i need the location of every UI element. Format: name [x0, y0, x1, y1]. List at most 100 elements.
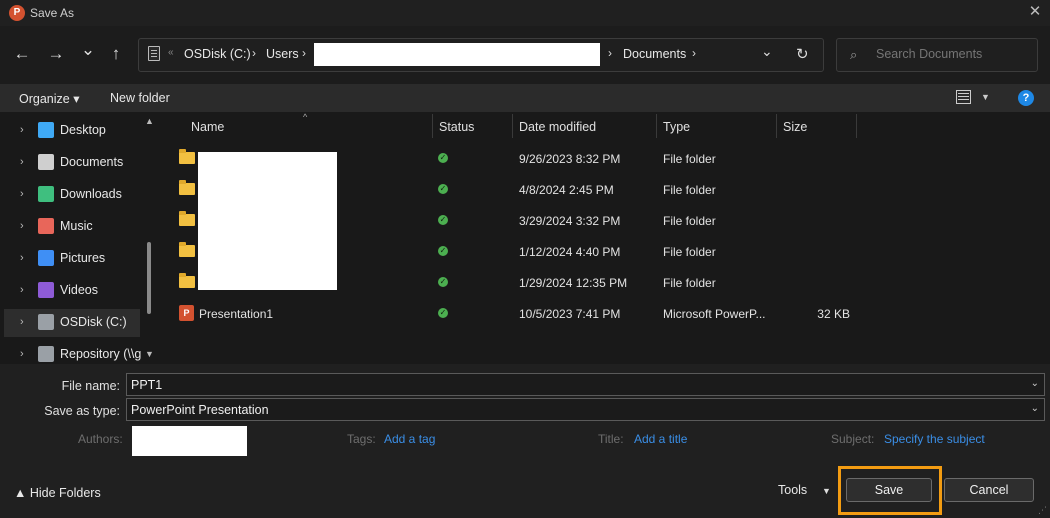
column-divider[interactable]	[432, 114, 433, 138]
scrollbar-thumb[interactable]	[147, 242, 151, 314]
breadcrumb-separator[interactable]: ›	[692, 46, 696, 60]
location-document-icon	[148, 46, 160, 61]
expand-chevron-icon[interactable]: ›	[20, 252, 24, 264]
up-arrow-icon[interactable]: ↑	[104, 42, 128, 66]
breadcrumb-osdisk[interactable]: OSDisk (C:)	[184, 47, 251, 61]
column-divider[interactable]	[776, 114, 777, 138]
subject-label: Subject:	[831, 432, 875, 446]
videos-icon	[38, 282, 54, 298]
add-title-link[interactable]: Add a title	[634, 432, 687, 446]
sidebar-item-label: Videos	[60, 283, 98, 297]
address-history-chevron-icon[interactable]: ⌄	[761, 43, 773, 60]
save-button-highlight	[838, 466, 942, 515]
pictures-icon	[38, 250, 54, 266]
search-input[interactable]	[876, 47, 1026, 61]
add-tag-link[interactable]: Add a tag	[384, 432, 435, 446]
file-type: File folder	[663, 245, 716, 259]
organize-menu-button[interactable]: Organize ▾	[19, 91, 79, 106]
expand-chevron-icon[interactable]: ›	[20, 220, 24, 232]
specify-subject-link[interactable]: Specify the subject	[884, 432, 985, 446]
window-title: Save As	[30, 6, 75, 20]
file-name: Presentation1	[199, 307, 274, 321]
folder-icon	[179, 180, 195, 195]
file-type: File folder	[663, 214, 716, 228]
recent-locations-chevron-icon[interactable]: ⌄	[76, 38, 100, 62]
file-name-combobox[interactable]: PPT1 ⌄	[126, 373, 1045, 396]
expand-chevron-icon[interactable]: ›	[20, 124, 24, 136]
save-as-type-dropdown-chevron-icon[interactable]: ⌄	[1031, 403, 1039, 414]
file-name-dropdown-chevron-icon[interactable]: ⌄	[1031, 378, 1039, 389]
column-header-date-modified[interactable]: Date modified	[519, 120, 596, 134]
sidebar-item-label: Desktop	[60, 123, 106, 137]
close-icon[interactable]: ✕	[1026, 3, 1044, 21]
file-name-label: File name:	[61, 379, 120, 393]
redacted-author-field[interactable]	[132, 426, 247, 456]
breadcrumb-separator[interactable]: ›	[608, 46, 612, 60]
forward-arrow-icon[interactable]: →	[44, 42, 68, 66]
save-as-type-value: PowerPoint Presentation	[131, 403, 269, 417]
file-type: File folder	[663, 183, 716, 197]
title-bar	[0, 0, 1050, 26]
tools-menu-button[interactable]: Tools	[778, 483, 807, 497]
sidebar-item[interactable]: › Downloads	[4, 181, 140, 209]
sidebar-item[interactable]: › Desktop	[4, 117, 140, 145]
column-header-size[interactable]: Size	[783, 120, 807, 134]
refresh-icon[interactable]: ↻	[796, 45, 809, 63]
desktop-icon	[38, 122, 54, 138]
folder-icon	[179, 149, 195, 164]
downloads-icon	[38, 186, 54, 202]
address-expand-icon[interactable]: «	[168, 47, 174, 58]
sidebar-item-label: Repository (\\g	[60, 347, 142, 361]
folder-icon	[179, 273, 195, 288]
breadcrumb-separator[interactable]: ›	[302, 46, 306, 60]
scroll-down-arrow-icon[interactable]: ▼	[145, 349, 154, 359]
sidebar-item[interactable]: › Videos	[4, 277, 140, 305]
file-size: 32 KB	[817, 307, 850, 321]
scroll-up-arrow-icon[interactable]: ▲	[145, 116, 154, 126]
cancel-button[interactable]: Cancel	[944, 478, 1034, 502]
view-options-icon[interactable]	[956, 90, 971, 104]
expand-chevron-icon[interactable]: ›	[20, 188, 24, 200]
hide-folders-button[interactable]: ▲ Hide Folders	[14, 486, 101, 500]
sidebar-item-label: OSDisk (C:)	[60, 315, 127, 329]
drive-icon	[38, 314, 54, 330]
file-date-modified: 1/29/2024 12:35 PM	[519, 276, 628, 290]
file-row[interactable]: P Presentation1 10/5/2023 7:41 PM Microsoft…	[166, 298, 1038, 328]
breadcrumb-separator[interactable]: ›	[252, 46, 256, 60]
column-header-type[interactable]: Type	[663, 120, 690, 134]
save-as-type-select[interactable]: PowerPoint Presentation ⌄	[126, 398, 1045, 421]
sidebar-item[interactable]: › Music	[4, 213, 140, 241]
resize-grip-icon[interactable]: ⋰	[1038, 505, 1047, 516]
sync-status-ok-icon: ✓	[438, 277, 448, 287]
column-divider[interactable]	[512, 114, 513, 138]
navigation-pane-scrollbar[interactable]	[144, 114, 154, 362]
help-icon[interactable]: ?	[1018, 90, 1034, 106]
sync-status-ok-icon: ✓	[438, 308, 448, 318]
expand-chevron-icon[interactable]: ›	[20, 316, 24, 328]
expand-chevron-icon[interactable]: ›	[20, 348, 24, 360]
file-name-input[interactable]: PPT1	[131, 378, 162, 392]
expand-chevron-icon[interactable]: ›	[20, 284, 24, 296]
column-header-name[interactable]: Name	[191, 120, 224, 134]
breadcrumb-users[interactable]: Users	[266, 47, 299, 61]
folder-icon	[179, 211, 195, 226]
title-label: Title:	[598, 432, 624, 446]
sidebar-item[interactable]: › Pictures	[4, 245, 140, 273]
tools-dropdown-icon[interactable]: ▼	[822, 486, 831, 496]
redacted-folder-names	[198, 152, 337, 290]
file-date-modified: 4/8/2024 2:45 PM	[519, 183, 614, 197]
back-arrow-icon[interactable]: ←	[10, 42, 34, 66]
sidebar-item[interactable]: › OSDisk (C:)	[4, 309, 140, 337]
column-header-status[interactable]: Status	[439, 120, 474, 134]
breadcrumb-documents[interactable]: Documents	[623, 47, 686, 61]
sync-status-ok-icon: ✓	[438, 184, 448, 194]
search-icon: ⌕	[850, 47, 858, 62]
column-divider[interactable]	[656, 114, 657, 138]
redacted-username	[314, 43, 600, 66]
sidebar-item[interactable]: › Documents	[4, 149, 140, 177]
file-date-modified: 9/26/2023 8:32 PM	[519, 152, 621, 166]
view-options-dropdown-icon[interactable]: ▼	[981, 92, 990, 102]
expand-chevron-icon[interactable]: ›	[20, 156, 24, 168]
new-folder-button[interactable]: New folder	[110, 91, 170, 105]
column-divider[interactable]	[856, 114, 857, 138]
